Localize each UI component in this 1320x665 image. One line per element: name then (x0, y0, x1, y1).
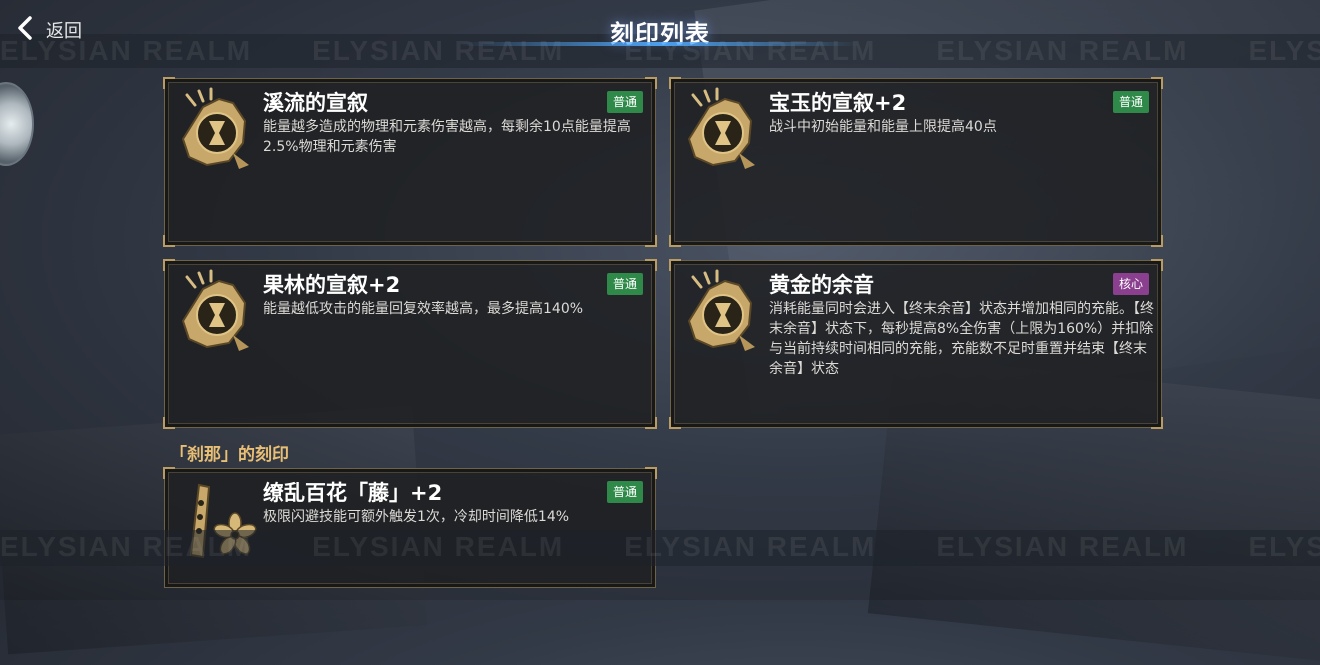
rarity-badge: 普通 (606, 273, 643, 295)
card-description: 消耗能量同时会进入【终末余音】状态并增加相同的充能。【终末余音】状态下，每秒提高… (769, 301, 1154, 377)
watermark-band-bottom: ELYSIAN REALM ELYSIAN REALM ELYSIAN REALM E… (0, 530, 1320, 566)
stigma-card[interactable]: 溪流的宣叙 普通 能量越多造成的物理和元素伤害越高，每剩余10点能量提高2.5%… (163, 77, 657, 247)
watermark-text: ELYSIAN REALM (624, 531, 877, 562)
stigma-card[interactable]: 果林的宣叙+2 普通 能量越低攻击的能量回复效率越高，最多提高140% (163, 259, 657, 429)
rarity-badge: 普通 (606, 481, 643, 503)
card-description: 战斗中初始能量和能量上限提高40点 (769, 119, 997, 135)
rarity-badge: 普通 (1112, 91, 1149, 113)
card-title: 黄金的余音 (769, 273, 874, 297)
card-title: 果林的宣叙+2 (263, 273, 401, 297)
title-underline-glow (460, 42, 860, 46)
card-title: 宝玉的宣叙+2 (769, 91, 907, 115)
hourglass-emblem-icon (173, 87, 259, 173)
card-description: 能量越低攻击的能量回复效率越高，最多提高140% (263, 301, 584, 317)
avatar[interactable] (0, 82, 34, 166)
card-title: 溪流的宣叙 (263, 91, 368, 115)
top-bar: 返回 刻印列表 (0, 0, 1320, 60)
hourglass-emblem-icon (679, 269, 765, 355)
watermark-text: ELYSIAN REALM (312, 531, 565, 562)
section-heading: 「刹那」的刻印 (170, 445, 289, 465)
stigma-card[interactable]: 缭乱百花「藤」+2 普通 极限闪避技能可额外触发1次，冷却时间降低14% (163, 467, 657, 588)
rarity-badge: 普通 (606, 91, 643, 113)
card-description: 能量越多造成的物理和元素伤害越高，每剩余10点能量提高2.5%物理和元素伤害 (263, 119, 631, 155)
stigma-card[interactable]: 宝玉的宣叙+2 普通 战斗中初始能量和能量上限提高40点 (669, 77, 1163, 247)
hourglass-emblem-icon (679, 87, 765, 173)
watermark-text: ELYSIAN REALM (1248, 531, 1320, 562)
watermark-text: ELYSIAN REALM (0, 531, 253, 562)
hourglass-emblem-icon (173, 269, 259, 355)
stigma-card[interactable]: 黄金的余音 核心 消耗能量同时会进入【终末余音】状态并增加相同的充能。【终末余音… (669, 259, 1163, 429)
card-description: 极限闪避技能可额外触发1次，冷却时间降低14% (263, 509, 570, 525)
card-title: 缭乱百花「藤」+2 (263, 481, 443, 505)
watermark-text: ELYSIAN REALM (936, 531, 1189, 562)
rarity-badge: 核心 (1112, 273, 1149, 295)
